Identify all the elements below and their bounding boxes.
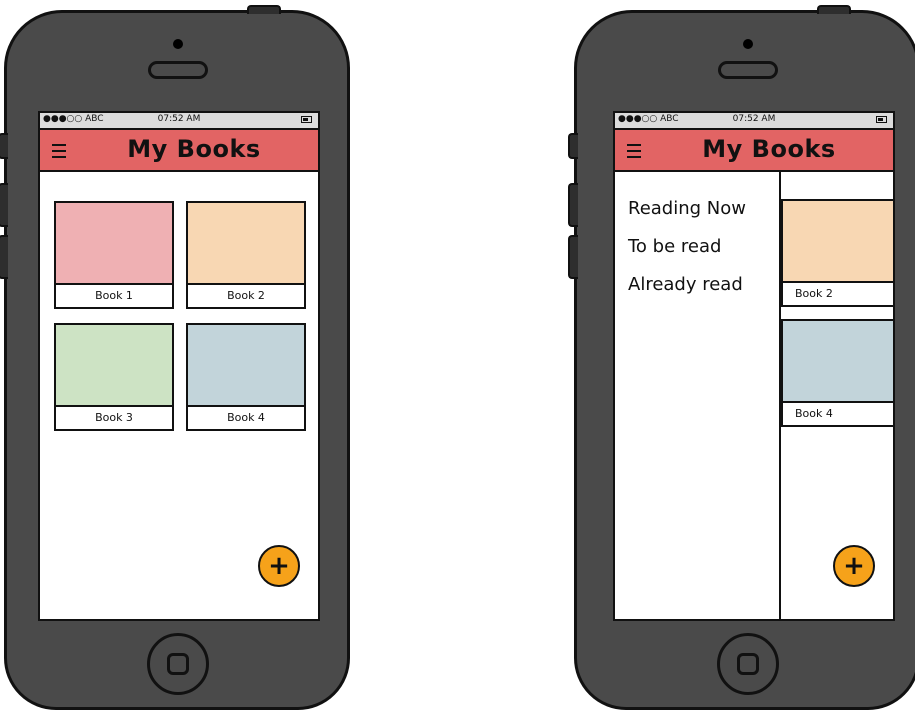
add-book-button[interactable]: + — [833, 545, 875, 587]
book-cover — [186, 201, 306, 285]
camera — [743, 39, 753, 49]
app-bar: My Books — [40, 128, 318, 172]
book-card-1[interactable]: Book 1 — [54, 201, 174, 315]
book-label: Book 4 — [186, 405, 306, 431]
drawer-item-already-read[interactable]: Already read — [628, 274, 743, 295]
status-bar: ●●●○○ ABC 07:52 AM — [615, 113, 893, 128]
book-cover — [781, 199, 893, 283]
book-card-2[interactable]: Book 2 — [781, 199, 893, 313]
speaker — [718, 61, 778, 79]
book-card-4[interactable]: Book 4 — [186, 323, 306, 437]
book-cover — [54, 323, 174, 407]
book-label: Book 2 — [186, 283, 306, 309]
carrier-signal: ●●●○○ ABC — [618, 114, 679, 124]
home-button[interactable] — [717, 633, 779, 695]
battery-icon — [876, 116, 887, 123]
volume-down-button — [0, 235, 8, 279]
book-cover — [186, 323, 306, 407]
speaker — [148, 61, 208, 79]
camera — [173, 39, 183, 49]
screen: ●●●○○ ABC 07:52 AM My Books Book 2 Book … — [613, 111, 895, 621]
mute-switch — [0, 133, 8, 159]
volume-up-button — [0, 183, 8, 227]
battery-icon — [301, 116, 312, 123]
book-label: Book 1 — [54, 283, 174, 309]
carrier-signal: ●●●○○ ABC — [43, 114, 104, 124]
app-bar: My Books — [615, 128, 893, 172]
status-time: 07:52 AM — [157, 114, 201, 124]
home-button[interactable] — [147, 633, 209, 695]
power-button — [247, 5, 281, 14]
phone-left: ●●●○○ ABC 07:52 AM My Books Book 1 Book … — [0, 5, 350, 710]
book-cover — [781, 319, 893, 403]
add-book-button[interactable]: + — [258, 545, 300, 587]
book-label: Book 3 — [54, 405, 174, 431]
mute-switch — [568, 133, 578, 159]
book-card-3[interactable]: Book 3 — [54, 323, 174, 437]
status-time: 07:52 AM — [732, 114, 776, 124]
drawer-item-reading-now[interactable]: Reading Now — [628, 198, 746, 219]
navigation-drawer: Reading Now To be read Already read — [615, 172, 781, 619]
volume-up-button — [568, 183, 578, 227]
volume-down-button — [568, 235, 578, 279]
book-cover — [54, 201, 174, 285]
drawer-item-to-be-read[interactable]: To be read — [628, 236, 721, 257]
status-bar: ●●●○○ ABC 07:52 AM — [40, 113, 318, 128]
screen: ●●●○○ ABC 07:52 AM My Books Book 1 Book … — [38, 111, 320, 621]
page-title: My Books — [127, 135, 261, 163]
book-card-2[interactable]: Book 2 — [186, 201, 306, 315]
power-button — [817, 5, 851, 14]
plus-icon: + — [268, 551, 290, 581]
phone-right: ●●●○○ ABC 07:52 AM My Books Book 2 Book … — [568, 5, 915, 710]
book-label: Book 4 — [781, 401, 893, 427]
plus-icon: + — [843, 551, 865, 581]
page-title: My Books — [702, 135, 836, 163]
book-card-4[interactable]: Book 4 — [781, 319, 893, 433]
book-label: Book 2 — [781, 281, 893, 307]
